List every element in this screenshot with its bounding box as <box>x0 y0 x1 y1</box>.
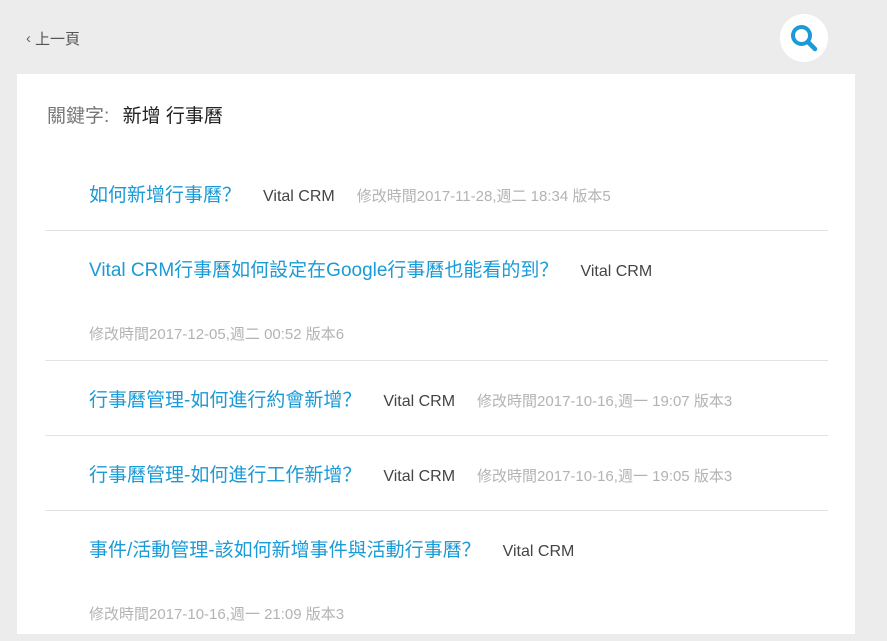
result-meta: 修改時間2017-11-28,週二 18:34 版本5 <box>356 188 611 205</box>
result-title-link[interactable]: 事件/活動管理-該如何新增事件與活動行事曆？ <box>89 535 481 562</box>
result-space: Vital CRM <box>383 468 456 485</box>
result-title-link[interactable]: Vital CRM行事曆如何設定在Google行事曆也能看的到？ <box>89 255 558 282</box>
keyword-value: 新增 行事曆 <box>122 106 223 127</box>
keyword-label: 關鍵字: <box>47 106 110 127</box>
result-space: Vital CRM <box>383 393 456 410</box>
results-list: 如何新增行事曆？ Vital CRM 修改時間2017-11-28,週二 18:… <box>45 156 828 641</box>
result-space: Vital CRM <box>263 188 335 205</box>
result-space: Vital CRM <box>580 263 653 280</box>
result-space: Vital CRM <box>502 543 575 560</box>
result-item: 如何新增行事曆？ Vital CRM 修改時間2017-11-28,週二 18:… <box>45 156 828 231</box>
result-meta: 修改時間2017-10-16,週一 19:07 版本3 <box>477 393 733 410</box>
chevron-left-icon: ‹ <box>26 30 31 47</box>
result-meta: 修改時間2017-12-05,週二 00:52 版本6 <box>89 326 345 343</box>
result-item: 行事曆管理-如何進行工作新增？ Vital CRM 修改時間2017-10-16… <box>45 436 828 511</box>
result-item: 行事曆管理-如何進行約會新增？ Vital CRM 修改時間2017-10-16… <box>45 361 828 436</box>
result-item: 事件/活動管理-該如何新增事件與活動行事曆？ Vital CRM 修改時間201… <box>45 511 828 641</box>
results-card: 關鍵字: 新增 行事曆 如何新增行事曆？ Vital CRM 修改時間2017-… <box>17 74 855 634</box>
result-title-link[interactable]: 行事曆管理-如何進行約會新增？ <box>89 385 361 412</box>
result-title-link[interactable]: 如何新增行事曆？ <box>89 180 241 207</box>
back-label: 上一頁 <box>35 31 81 48</box>
result-item: Vital CRM行事曆如何設定在Google行事曆也能看的到？ Vital C… <box>45 231 828 361</box>
result-meta: 修改時間2017-10-16,週一 21:09 版本3 <box>89 606 345 623</box>
result-title-link[interactable]: 行事曆管理-如何進行工作新增？ <box>89 460 361 487</box>
top-bar: ‹ 上一頁 <box>0 0 887 74</box>
search-button[interactable] <box>780 14 828 62</box>
result-meta: 修改時間2017-10-16,週一 19:05 版本3 <box>477 468 733 485</box>
search-icon <box>791 25 818 52</box>
keyword-row: 關鍵字: 新增 行事曆 <box>47 101 223 128</box>
back-link[interactable]: ‹ 上一頁 <box>26 28 80 49</box>
